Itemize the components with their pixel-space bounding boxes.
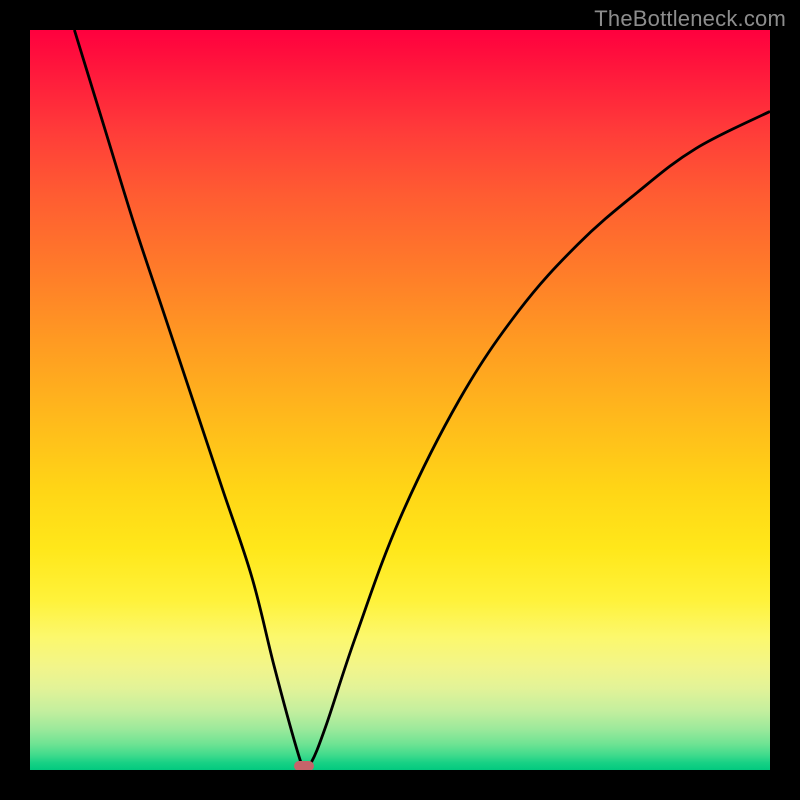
attribution-text: TheBottleneck.com bbox=[594, 6, 786, 32]
chart-frame: TheBottleneck.com bbox=[0, 0, 800, 800]
plot-area bbox=[30, 30, 770, 770]
bottleneck-curve bbox=[30, 30, 770, 770]
minimum-marker bbox=[294, 761, 314, 770]
